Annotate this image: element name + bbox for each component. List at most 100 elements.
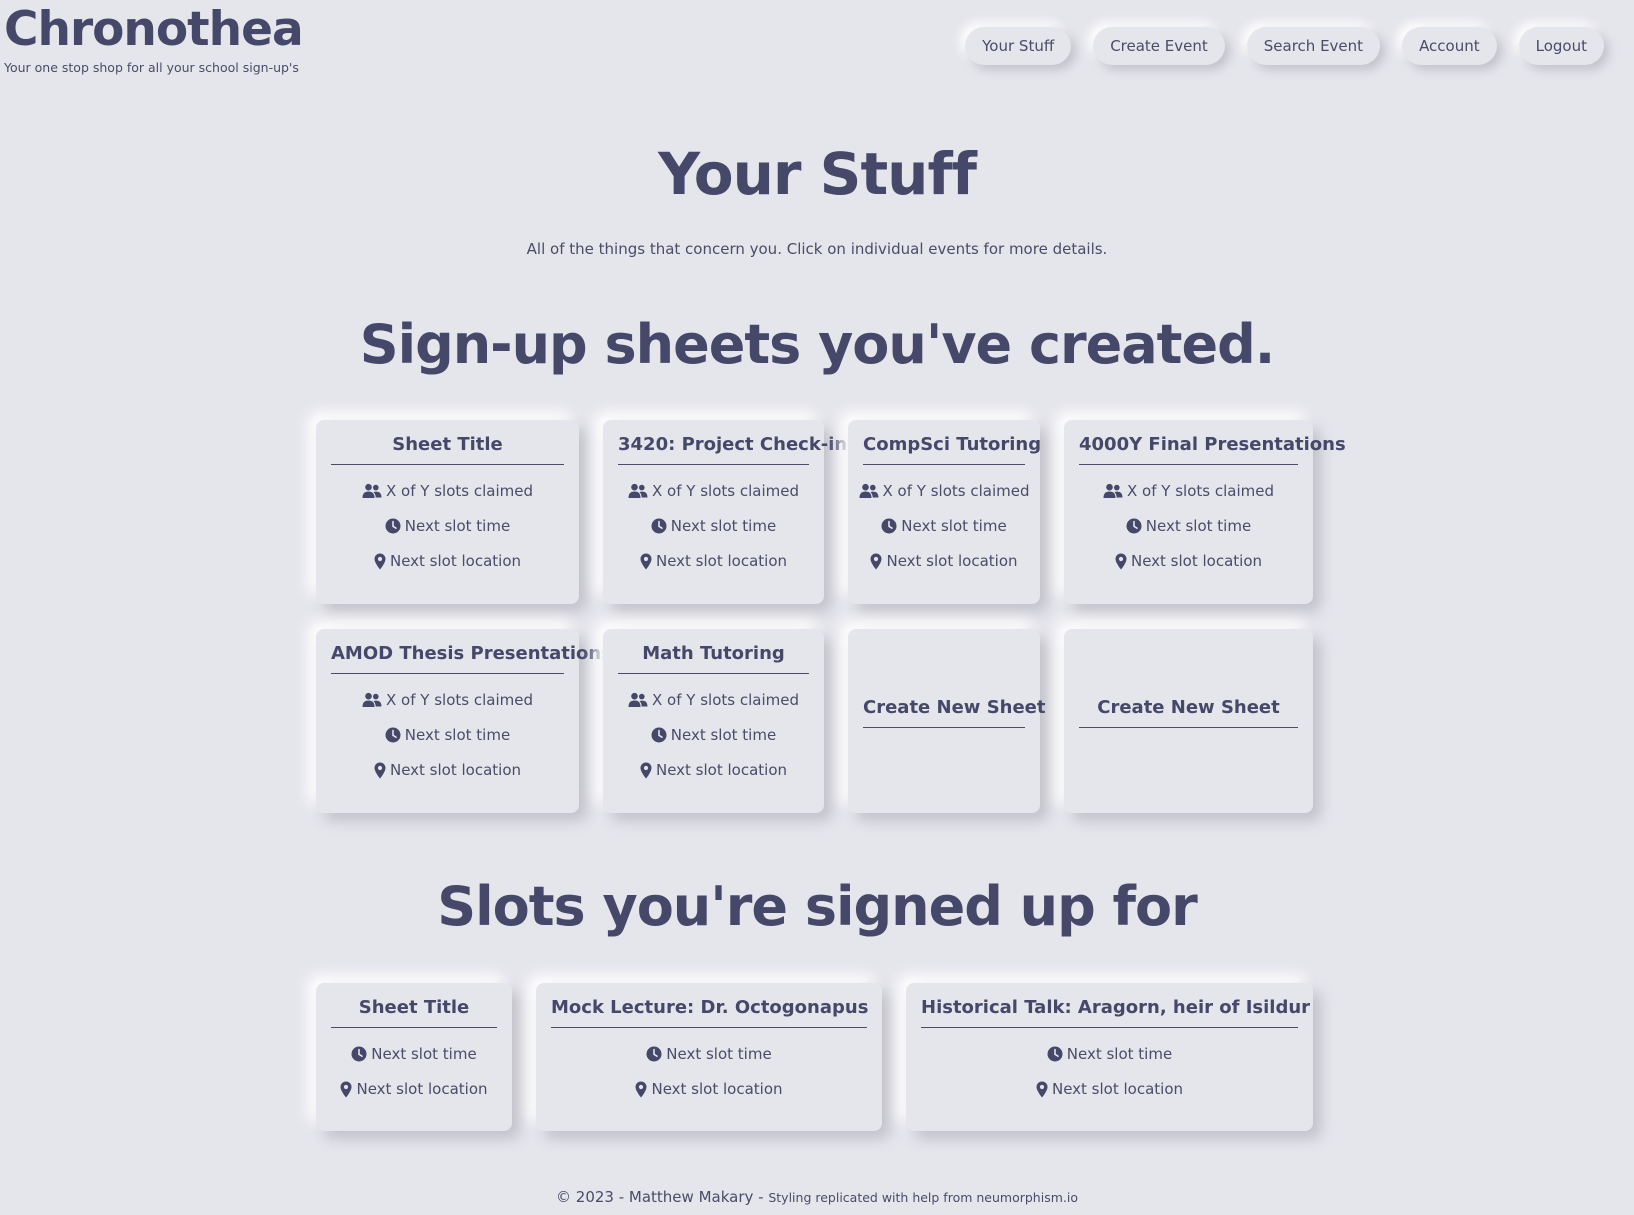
slots-claimed-line: X of Y slots claimed (618, 482, 809, 500)
next-slot-location-text: Next slot location (655, 552, 788, 570)
slots-claimed-line: X of Y slots claimed (331, 691, 564, 709)
brand-title: Chronothea (4, 2, 304, 57)
map-pin-icon (640, 553, 652, 570)
card-title: AMOD Thesis Presentations (331, 643, 612, 674)
card-title: Sheet Title (331, 434, 564, 465)
created-sheets-heading: Sign-up sheets you've created. (359, 313, 1276, 376)
next-slot-location-text: Next slot location (389, 552, 522, 570)
create-new-sheet-card[interactable]: Create New Sheet (848, 629, 1046, 813)
map-pin-icon (374, 553, 386, 570)
nav-create-event-button[interactable]: Create Event (1093, 27, 1225, 65)
users-icon (628, 483, 648, 499)
slots-claimed-line: X of Y slots claimed (859, 482, 1029, 500)
card-title: 4000Y Final Presentations (1079, 434, 1346, 465)
next-slot-time-line: Next slot time (331, 517, 564, 535)
next-slot-location-line: Next slot location (331, 552, 564, 570)
next-slot-location-line: Next slot location (921, 1080, 1298, 1098)
map-pin-icon (635, 1081, 647, 1098)
card-title: CompSci Tutoring (863, 434, 1041, 465)
next-slot-time-text: Next slot time (1066, 1045, 1173, 1063)
footer-copyright: © 2023 - Matthew Makary - (556, 1188, 764, 1206)
map-pin-icon (640, 762, 652, 779)
clock-icon (646, 1046, 662, 1062)
next-slot-location-text: Next slot location (651, 1080, 783, 1098)
next-slot-time-line: Next slot time (863, 517, 1025, 535)
created-sheet-card[interactable]: Sheet Title X of Y slots claimed Next sl… (316, 420, 579, 604)
map-pin-icon (1115, 553, 1127, 570)
next-slot-time-text: Next slot time (404, 726, 511, 744)
map-pin-icon (870, 553, 882, 570)
next-slot-time-line: Next slot time (1079, 517, 1298, 535)
map-pin-icon (374, 762, 386, 779)
next-slot-location-text: Next slot location (655, 761, 788, 779)
next-slot-time-text: Next slot time (670, 517, 777, 535)
next-slot-time-text: Next slot time (404, 517, 511, 535)
next-slot-time-text: Next slot time (371, 1045, 477, 1063)
next-slot-location-text: Next slot location (356, 1080, 488, 1098)
slots-claimed-line: X of Y slots claimed (618, 691, 809, 709)
slots-claimed-text: X of Y slots claimed (1127, 482, 1274, 500)
nav-search-event-button[interactable]: Search Event (1246, 27, 1381, 65)
next-slot-location-line: Next slot location (618, 552, 809, 570)
created-sheet-card[interactable]: 4000Y Final Presentations X of Y slots c… (1064, 420, 1346, 604)
created-sheet-card[interactable]: 3420: Project Check-in X of Y slots clai… (603, 420, 847, 604)
create-new-sheet-label: Create New Sheet (863, 697, 1046, 728)
nav-your-stuff-button[interactable]: Your Stuff (965, 27, 1072, 65)
next-slot-time-text: Next slot time (666, 1045, 772, 1063)
card-title: Math Tutoring (618, 643, 809, 674)
users-icon (859, 483, 879, 499)
next-slot-location-text: Next slot location (389, 761, 522, 779)
next-slot-location-line: Next slot location (863, 552, 1025, 570)
slots-claimed-text: X of Y slots claimed (882, 482, 1030, 500)
next-slot-time-line: Next slot time (921, 1045, 1298, 1063)
signed-up-slot-card[interactable]: Sheet Title Next slot time Next slot loc… (316, 983, 512, 1131)
nav-logout-button[interactable]: Logout (1518, 27, 1604, 65)
card-title: Historical Talk: Aragorn, heir of Isildu… (921, 997, 1310, 1028)
create-new-sheet-card[interactable]: Create New Sheet (1064, 629, 1313, 813)
next-slot-time-text: Next slot time (1145, 517, 1252, 535)
created-sheet-card[interactable]: Math Tutoring X of Y slots claimed Next … (603, 629, 824, 813)
slots-claimed-line: X of Y slots claimed (1079, 482, 1298, 500)
slots-claimed-text: X of Y slots claimed (652, 691, 799, 709)
users-icon (362, 483, 382, 499)
users-icon (1103, 483, 1123, 499)
next-slot-time-line: Next slot time (551, 1045, 867, 1063)
footer-credit: Styling replicated with help from neumor… (768, 1190, 1078, 1205)
next-slot-location-line: Next slot location (618, 761, 809, 779)
card-title: 3420: Project Check-in (618, 434, 847, 465)
clock-icon (651, 518, 667, 534)
map-pin-icon (340, 1081, 352, 1098)
clock-icon (385, 518, 401, 534)
next-slot-time-line: Next slot time (331, 726, 564, 744)
next-slot-location-text: Next slot location (886, 552, 1018, 570)
slots-claimed-text: X of Y slots claimed (386, 482, 533, 500)
slots-claimed-text: X of Y slots claimed (386, 691, 533, 709)
next-slot-location-text: Next slot location (1130, 552, 1263, 570)
page-intro: All of the things that concern you. Clic… (526, 240, 1108, 258)
create-new-sheet-label: Create New Sheet (1079, 697, 1298, 728)
clock-icon (385, 727, 401, 743)
next-slot-time-line: Next slot time (618, 726, 809, 744)
users-icon (628, 692, 648, 708)
next-slot-location-line: Next slot location (331, 1080, 497, 1098)
next-slot-time-line: Next slot time (331, 1045, 497, 1063)
brand-tagline: Your one stop shop for all your school s… (4, 60, 299, 75)
next-slot-location-line: Next slot location (1079, 552, 1298, 570)
map-pin-icon (1036, 1081, 1048, 1098)
signed-up-slot-card[interactable]: Historical Talk: Aragorn, heir of Isildu… (906, 983, 1313, 1131)
clock-icon (1126, 518, 1142, 534)
next-slot-time-text: Next slot time (901, 517, 1007, 535)
next-slot-time-text: Next slot time (670, 726, 777, 744)
signed-up-slot-card[interactable]: Mock Lecture: Dr. Octogonapus Next slot … (536, 983, 882, 1131)
created-sheet-card[interactable]: CompSci Tutoring X of Y slots claimed Ne… (848, 420, 1041, 604)
top-nav: Your Stuff Create Event Search Event Acc… (965, 27, 1604, 65)
next-slot-time-line: Next slot time (618, 517, 809, 535)
card-title: Sheet Title (331, 997, 497, 1028)
created-sheet-card[interactable]: AMOD Thesis Presentations X of Y slots c… (316, 629, 612, 813)
slots-claimed-line: X of Y slots claimed (331, 482, 564, 500)
signed-up-slots-heading: Slots you're signed up for (437, 875, 1198, 938)
nav-account-button[interactable]: Account (1402, 27, 1497, 65)
next-slot-location-line: Next slot location (551, 1080, 867, 1098)
slots-claimed-text: X of Y slots claimed (652, 482, 799, 500)
page-title: Your Stuff (658, 140, 977, 208)
